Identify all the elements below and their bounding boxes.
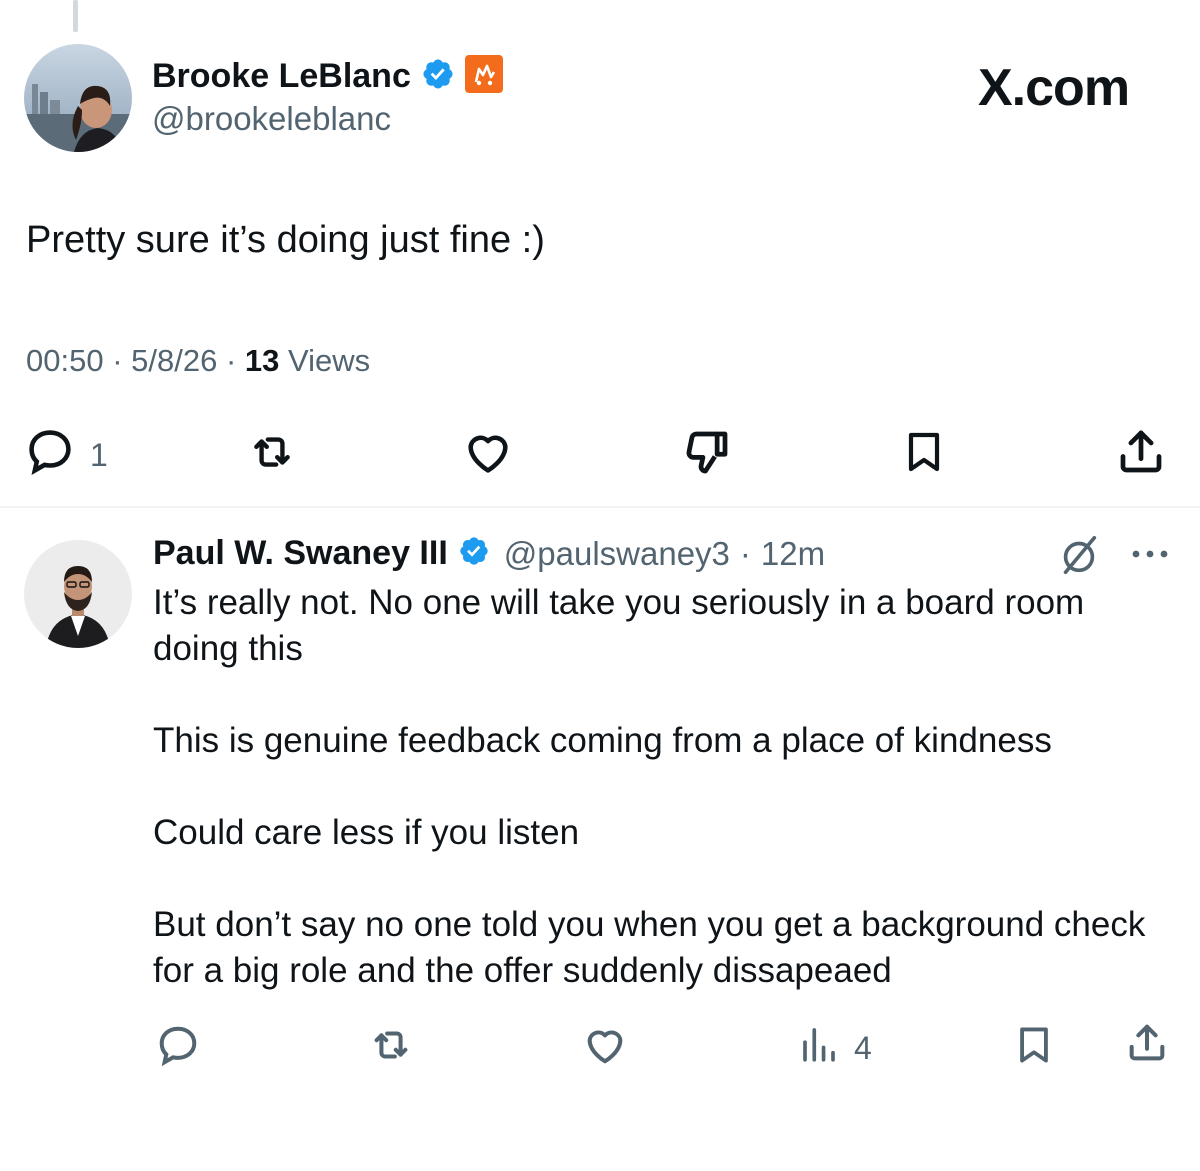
heart-icon: [580, 1030, 630, 1072]
meta-separator: ·: [225, 343, 245, 378]
heart-icon: [460, 435, 516, 482]
reply-time[interactable]: 12m: [761, 535, 825, 573]
dislike-button[interactable]: [680, 425, 734, 484]
avatar-brooke[interactable]: [24, 44, 132, 152]
share-button[interactable]: [1114, 425, 1168, 484]
reply-text: It’s really not. No one will take you se…: [153, 580, 1163, 994]
reply-repost-button[interactable]: [366, 1022, 416, 1073]
reply-icon: [155, 1026, 201, 1072]
reply-views-count: 4: [854, 1029, 872, 1066]
post-divider: [0, 506, 1200, 508]
analytics-icon: [798, 1022, 840, 1074]
repost-button[interactable]: [244, 427, 300, 482]
meta-separator: ·: [112, 343, 132, 378]
dislike-icon: [680, 431, 734, 483]
bookmark-button[interactable]: [900, 425, 948, 484]
reply-paragraph: But don’t say no one told you when you g…: [153, 905, 1146, 990]
more-icon: [1128, 550, 1172, 572]
grok-button[interactable]: [1056, 532, 1102, 583]
repost-icon: [244, 437, 300, 481]
reply-reply-button[interactable]: [155, 1022, 201, 1073]
bookmark-icon: [900, 432, 948, 483]
views-label: Views: [288, 343, 371, 378]
author-name[interactable]: Brooke LeBlanc: [152, 57, 411, 96]
reply-button[interactable]: 1: [24, 425, 108, 485]
share-icon: [1114, 430, 1168, 483]
post-time[interactable]: 00:50: [26, 343, 104, 378]
reply-paragraph: This is genuine feedback coming from a p…: [153, 721, 1052, 760]
views-count: 13: [244, 343, 280, 378]
reply-paragraph: It’s really not. No one will take you se…: [153, 583, 1085, 668]
reply-handle[interactable]: @paulswaney3: [504, 535, 730, 573]
avatar-paul[interactable]: [24, 540, 132, 648]
like-button[interactable]: [460, 426, 516, 483]
bookmark-icon: [1012, 1027, 1056, 1072]
reply-analytics-button[interactable]: 4: [798, 1022, 872, 1074]
x-com-logo: X.com: [978, 59, 1130, 117]
share-icon: [1124, 1024, 1170, 1070]
reply-share-button[interactable]: [1124, 1020, 1170, 1071]
reply-like-button[interactable]: [580, 1022, 630, 1073]
thread-connector-line: [73, 0, 78, 32]
affiliate-badge-icon: [464, 55, 503, 98]
more-button[interactable]: [1128, 540, 1172, 573]
post-meta: 00:50 · 5/8/26 · 13 Views: [26, 343, 370, 379]
reply-icon: [24, 425, 76, 485]
reply-paragraph: Could care less if you listen: [153, 813, 580, 852]
post-text: Pretty sure it’s doing just fine :): [26, 219, 545, 261]
reply-count: 1: [90, 436, 108, 473]
verified-badge-icon: [421, 57, 455, 96]
repost-icon: [366, 1031, 416, 1072]
reply-author-name[interactable]: Paul W. Swaney III: [153, 534, 448, 573]
author-handle[interactable]: @brookeleblanc: [152, 100, 391, 138]
meta-separator: ·: [739, 534, 751, 572]
post-date[interactable]: 5/8/26: [131, 343, 217, 378]
verified-badge-icon: [458, 535, 490, 572]
reply-bookmark-button[interactable]: [1012, 1022, 1056, 1073]
